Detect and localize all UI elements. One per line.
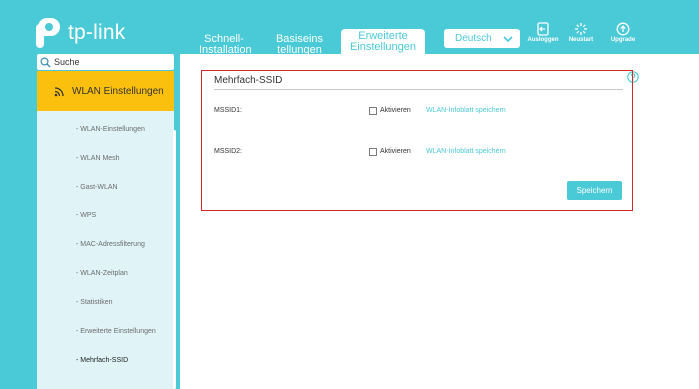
wifi-icon: [54, 86, 64, 96]
sidebar-item-mac-filter[interactable]: - MAC-Adressfilterung: [37, 241, 174, 248]
mssid2-enable-label[interactable]: Aktivieren: [380, 148, 411, 155]
mssid2-enable-checkbox[interactable]: [369, 148, 377, 156]
sidebar-category-label: WLAN Einstellungen: [72, 85, 164, 97]
mssid1-save-info-link[interactable]: WLAN-Infoblatt speichern: [426, 107, 506, 114]
search-box[interactable]: [37, 54, 174, 70]
panel-title: Mehrfach-SSID: [214, 75, 283, 86]
sidebar-item-guest-wlan[interactable]: - Gast-WLAN: [37, 184, 174, 191]
sidebar-item-label: - WLAN Mesh: [76, 155, 120, 162]
sidebar-item-label: - MAC-Adressfilterung: [76, 241, 145, 248]
sidebar-category-wlan[interactable]: WLAN Einstellungen: [37, 71, 174, 111]
sidebar-item-label: - WLAN-Einstellungen: [76, 126, 145, 133]
sidebar-item-advanced[interactable]: - Erweiterte Einstellungen: [37, 328, 174, 335]
sidebar-item-multi-ssid[interactable]: - Mehrfach-SSID: [37, 357, 174, 364]
tp-link-logo[interactable]: tp-link: [36, 16, 125, 50]
search-icon: [40, 56, 51, 67]
upgrade-button[interactable]: Upgrade: [606, 22, 640, 43]
mssid1-enable-checkbox[interactable]: [369, 107, 377, 115]
tab-basic[interactable]: Basiseins tellungen: [272, 34, 327, 56]
language-value: Deutsch: [455, 33, 492, 44]
sidebar-item-label: - Mehrfach-SSID: [76, 357, 129, 364]
sidebar-item-label: - Gast-WLAN: [76, 184, 118, 191]
save-button[interactable]: Speichern: [567, 181, 622, 200]
upgrade-icon: [616, 22, 630, 36]
sidebar-item-label: - Statistiken: [76, 299, 113, 306]
sidebar-scrollbar[interactable]: [173, 130, 176, 389]
sidebar-item-wps[interactable]: - WPS: [37, 212, 174, 219]
sidebar-item-wlan-schedule[interactable]: - WLAN-Zeitplan: [37, 270, 174, 277]
tab-advanced[interactable]: Erweiterte Einstellungen: [341, 29, 425, 56]
sidebar-item-statistics[interactable]: - Statistiken: [37, 299, 174, 306]
tp-link-logo-icon: [36, 18, 62, 48]
sidebar-item-wlan-mesh[interactable]: - WLAN Mesh: [37, 155, 174, 162]
tab-advanced-line2: Einstellungen: [349, 41, 417, 53]
mssid2-label: MSSID2:: [214, 148, 243, 155]
logout-label: Ausloggen: [527, 37, 559, 43]
sidebar-item-wlan-settings[interactable]: - WLAN-Einstellungen: [37, 126, 174, 133]
panel-divider: [214, 89, 623, 90]
logout-icon: [537, 22, 549, 36]
sidebar-item-label: - WPS: [76, 212, 97, 219]
sidebar-item-label: - WLAN-Zeitplan: [76, 270, 128, 277]
reboot-icon: [575, 23, 587, 35]
search-input[interactable]: [51, 57, 157, 67]
mssid1-label: MSSID1:: [214, 107, 243, 114]
reboot-label: Neustart: [568, 37, 594, 43]
mssid2-save-info-link[interactable]: WLAN-Infoblatt speichern: [426, 148, 506, 155]
logo-text: tp-link: [68, 21, 126, 44]
reboot-button[interactable]: Neustart: [566, 22, 596, 43]
chevron-down-icon: [503, 35, 513, 42]
sidebar-item-label: - Erweiterte Einstellungen: [76, 328, 156, 335]
tab-quick-setup[interactable]: Schnell- Installation: [199, 34, 252, 56]
language-select[interactable]: Deutsch: [444, 29, 520, 48]
sidebar: WLAN Einstellungen: [37, 71, 174, 389]
mssid1-enable-label[interactable]: Aktivieren: [380, 107, 411, 114]
logout-button[interactable]: Ausloggen: [524, 22, 562, 43]
upgrade-label: Upgrade: [610, 37, 636, 43]
